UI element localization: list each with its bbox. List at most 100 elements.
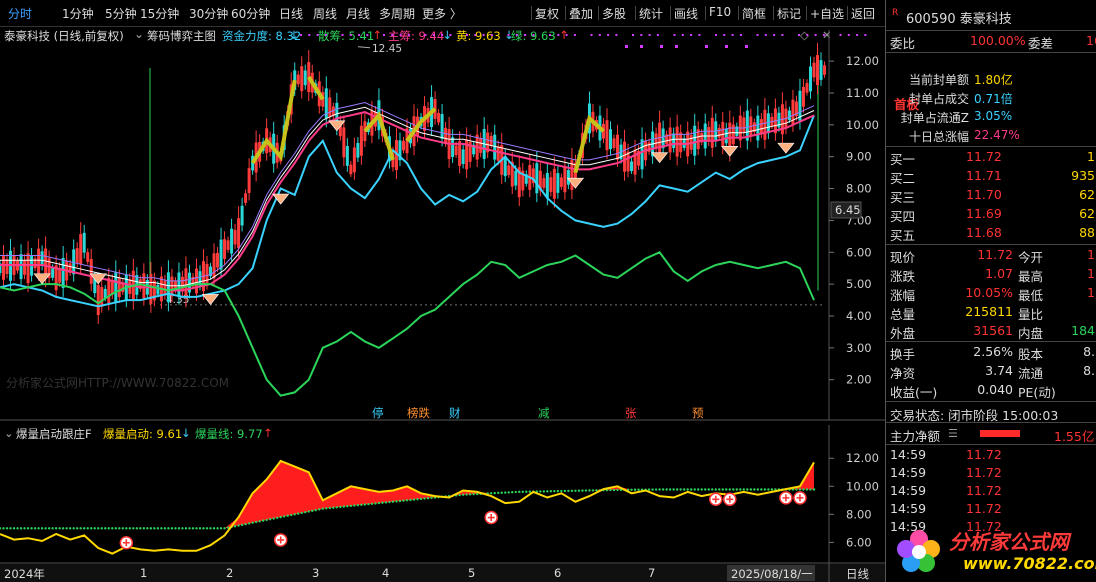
stat-row: 现价 11.72 今开 1 <box>886 246 1096 265</box>
x-axis-label: 4 <box>382 566 390 580</box>
dot-line-point <box>805 488 809 491</box>
dot-line-point <box>125 527 128 530</box>
dot-line-point <box>146 527 149 530</box>
y-tick-label: 8.00 <box>846 507 872 521</box>
dot-line-point <box>90 527 93 530</box>
dot-line-point <box>563 489 567 493</box>
trade-status-row: 交易状态: 闭市阶段 15:00:03 <box>886 404 1096 423</box>
dot-line-point <box>542 490 546 493</box>
weicha-value: 16 <box>1086 33 1096 48</box>
x-axis-label: 6 <box>554 566 562 580</box>
divider <box>886 52 1096 53</box>
stock-code-row: R 600590 泰豪科技 <box>886 7 1096 27</box>
tick-time: 14:59 <box>890 447 927 462</box>
dot-line-point <box>584 489 588 492</box>
dot-line-point <box>405 499 409 502</box>
dot-line-point <box>153 527 156 530</box>
dot-line-point <box>472 492 475 496</box>
dot-line-point <box>174 527 177 530</box>
dot-line-point <box>661 488 665 491</box>
dot-line-point <box>68 527 72 530</box>
dot-line-point <box>9 527 12 530</box>
dot-line-point <box>416 498 419 501</box>
stat2-row: 换手 2.56% 股本 8. <box>886 343 1096 362</box>
dot-line-point <box>318 508 321 511</box>
dot-line-point <box>304 511 307 514</box>
dot-line-point <box>518 490 521 494</box>
dot-line-point <box>346 505 349 508</box>
net-bar <box>980 430 1020 437</box>
dot-line-point <box>388 500 391 504</box>
dot-line-point <box>118 527 121 530</box>
dot-line-point <box>423 497 426 500</box>
dot-line-point <box>675 488 679 491</box>
dot-line-point <box>409 498 412 502</box>
dot-line-point <box>37 527 40 530</box>
dot-line-point <box>149 527 153 530</box>
dot-line-point <box>311 509 314 513</box>
dot-line-point <box>391 500 395 503</box>
tick-row: 14:59 11.72 <box>886 482 1096 501</box>
dot-line-point <box>297 512 300 515</box>
stat-label2: 内盘 <box>1018 326 1044 341</box>
dot-line-point <box>693 488 696 491</box>
dot-line-point <box>240 523 244 527</box>
dot-line-point <box>574 489 577 492</box>
dot-line-point <box>511 491 514 494</box>
dot-line-point <box>167 527 170 530</box>
stat-row: 涨跌 1.07 最高 1 <box>886 265 1096 284</box>
dot-line-point <box>258 520 261 523</box>
dot-line-point <box>335 506 339 509</box>
dot-line-point <box>465 493 468 496</box>
period-label[interactable]: 日线 <box>846 566 869 582</box>
dot-line-point <box>219 527 223 530</box>
dot-line-point <box>458 493 461 497</box>
dot-line-point <box>19 527 23 530</box>
dot-line-point <box>749 488 753 491</box>
dot-line-point <box>26 527 30 530</box>
dot-line-point <box>711 488 714 491</box>
dot-line-point <box>0 527 2 530</box>
dot-line-point <box>497 491 500 495</box>
dot-line-point <box>556 489 560 493</box>
dot-line-point <box>97 527 100 530</box>
dot-line-point <box>279 515 282 519</box>
dot-line-point <box>490 492 493 495</box>
dot-line-point <box>419 497 423 501</box>
dot-line-point <box>342 505 346 508</box>
dot-line-point <box>658 488 661 491</box>
dot-line-point <box>553 489 556 493</box>
dot-line-point <box>100 527 103 530</box>
dot-line-point <box>718 488 721 491</box>
dot-line-point <box>237 524 240 527</box>
bid-volume: 62 <box>1079 206 1095 221</box>
stat-label2: 最高 <box>1018 269 1044 284</box>
dot-line-point <box>132 527 135 530</box>
dot-line-point <box>700 488 703 491</box>
dot-line-point <box>202 527 205 530</box>
dot-line-point <box>233 525 237 528</box>
dot-line-point <box>128 527 132 530</box>
dot-line-point <box>500 491 503 494</box>
bid-label: 买三 <box>890 190 916 205</box>
bid-price: 11.68 <box>966 225 1002 240</box>
stat-label2: 最低 <box>1018 288 1044 303</box>
dot-line-point <box>609 488 612 492</box>
app-window: 分时 1分钟 5分钟 15分钟 30分钟 60分钟 日线 周线 月线 多周期 更多 〉复权 叠加 多股统… <box>0 0 1096 582</box>
dot-line-point <box>216 527 219 530</box>
bid-row: 买三 11.70 62 <box>886 186 1096 205</box>
dot-line-point <box>591 489 595 492</box>
dot-line-point <box>812 488 816 491</box>
logo-url: www.70822.com <box>963 554 1096 573</box>
divider <box>886 244 1096 245</box>
dot-line-point <box>468 493 472 496</box>
dot-line-point <box>798 488 802 491</box>
x-axis-label: 2 <box>226 566 234 580</box>
list-icon[interactable]: ☰ <box>948 427 958 440</box>
bid-volume: 88 <box>1079 225 1095 240</box>
stat-label2: 今开 <box>1018 250 1044 265</box>
tick-time: 14:59 <box>890 501 927 516</box>
seal-row: 封单占流通Z 3.05% <box>886 108 1096 127</box>
dot-line-point <box>521 490 524 494</box>
tick-row: 14:59 11.72 <box>886 464 1096 483</box>
